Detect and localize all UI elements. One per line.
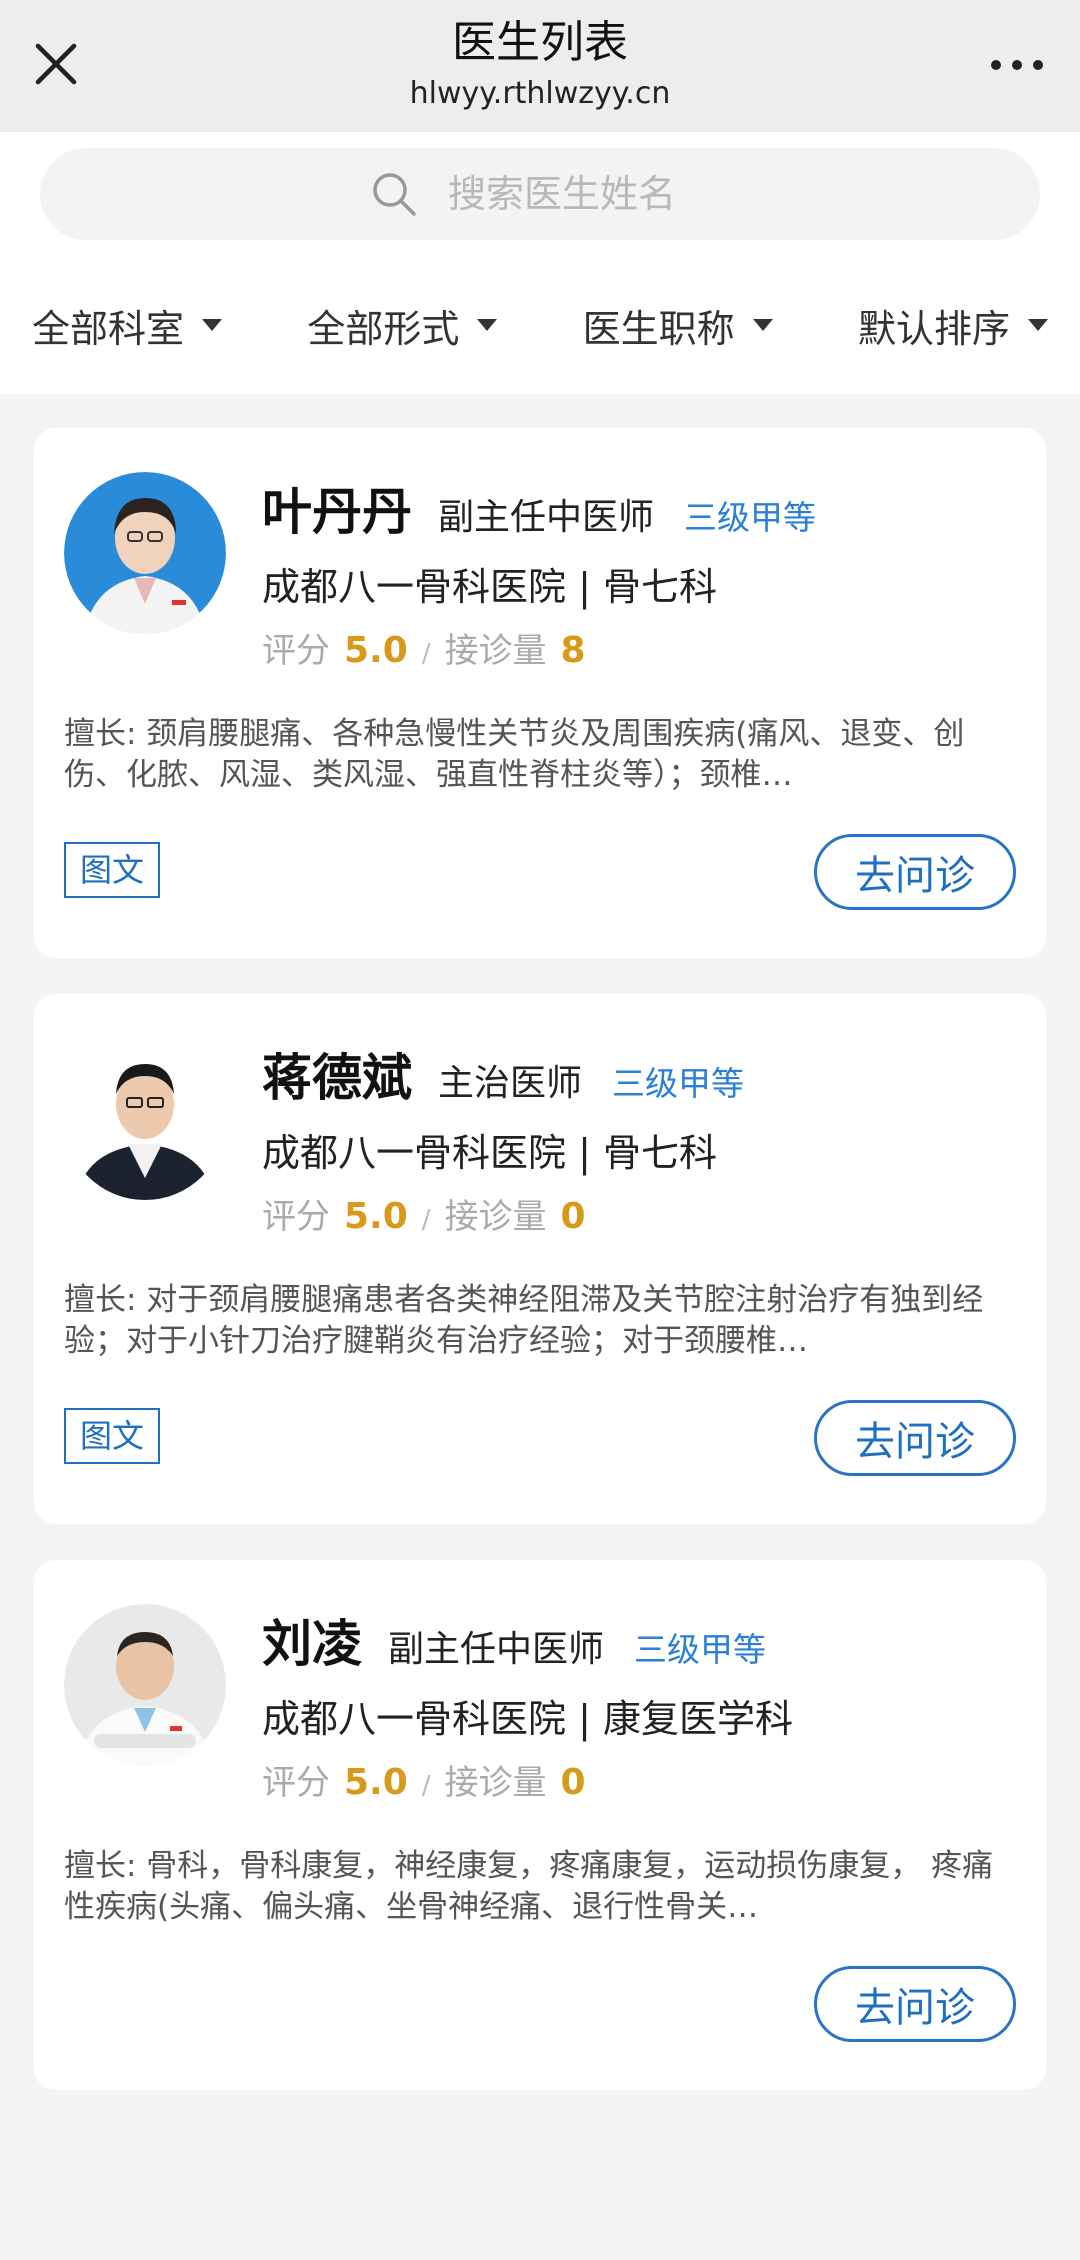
filter-department[interactable]: 全部科室 (32, 298, 223, 353)
doctor-specialty: 擅长: 对于颈肩腰腿痛患者各类神经阻滞及关节腔注射治疗有独到经验；对于小针刀治疗… (64, 1282, 984, 1359)
more-icon[interactable] (988, 50, 1046, 80)
doctor-avatar (64, 472, 226, 634)
doctor-list: 叶丹丹 副主任中医师 三级甲等 成都八一骨科医院 | 骨七科 评分 5.0 / … (0, 394, 1080, 2090)
search-icon (373, 173, 416, 216)
doctor-avatar (64, 1604, 226, 1766)
consult-count-value: 0 (560, 1762, 586, 1803)
doctor-stats: 评分 5.0 / 接诊量 0 (262, 1755, 793, 1804)
filter-label: 医生职称 (582, 306, 735, 351)
caret-down-icon (1028, 319, 1048, 331)
doctor-title: 副主任中医师 (388, 1629, 605, 1670)
rating-value: 5.0 (344, 1196, 408, 1237)
consult-count-label: 接诊量 (444, 1197, 547, 1237)
search-input[interactable] (446, 171, 710, 217)
doctor-card[interactable]: 蒋德斌 主治医师 三级甲等 成都八一骨科医院 | 骨七科 评分 5.0 / 接诊… (34, 994, 1046, 1524)
hospital-grade: 三级甲等 (634, 1630, 767, 1669)
caret-down-icon (752, 319, 773, 331)
rating-label: 评分 (262, 1763, 330, 1803)
page-domain: hlwyy.rthlwzyy.cn (409, 76, 671, 111)
filter-label: 全部形式 (307, 306, 460, 351)
caret-down-icon (477, 319, 498, 331)
doctor-avatar (64, 1038, 226, 1200)
doctor-card[interactable]: 叶丹丹 副主任中医师 三级甲等 成都八一骨科医院 | 骨七科 评分 5.0 / … (34, 428, 1046, 958)
consult-type-tag: 图文 (64, 1408, 161, 1464)
hospital-grade: 三级甲等 (612, 1064, 745, 1103)
consult-count-value: 8 (560, 630, 586, 671)
rating-label: 评分 (262, 1197, 330, 1237)
rating-label: 评分 (262, 631, 330, 671)
hospital-grade: 三级甲等 (684, 498, 817, 537)
page-title: 医生列表 (452, 17, 628, 68)
filter-sort[interactable]: 默认排序 (858, 298, 1048, 353)
consult-type-tag: 图文 (64, 842, 161, 898)
doctor-stats: 评分 5.0 / 接诊量 8 (262, 623, 816, 672)
doctor-specialty: 擅长: 颈肩腰腿痛、各种急慢性关节炎及周围疾病(痛风、退变、创伤、化脓、风湿、类… (64, 716, 965, 793)
search-area (0, 132, 1080, 256)
filter-label: 默认排序 (857, 306, 1010, 351)
doctor-title: 主治医师 (438, 1063, 583, 1104)
search-box[interactable] (40, 148, 1040, 240)
doctor-stats: 评分 5.0 / 接诊量 0 (262, 1189, 744, 1238)
doctor-name: 蒋德斌 (262, 1049, 412, 1107)
consult-count-value: 0 (560, 1196, 586, 1237)
consult-button[interactable]: 去问诊 (814, 1400, 1016, 1476)
doctor-name: 刘凌 (262, 1615, 362, 1673)
hospital-department: 成都八一骨科医院 | 康复医学科 (262, 1697, 793, 1741)
rating-value: 5.0 (344, 630, 408, 671)
filter-label: 全部科室 (32, 306, 185, 351)
consult-count-label: 接诊量 (444, 631, 547, 671)
caret-down-icon (202, 319, 223, 331)
filter-bar: 全部科室 全部形式 医生职称 默认排序 (0, 256, 1080, 394)
doctor-title: 副主任中医师 (438, 497, 655, 538)
stats-separator: / (421, 639, 431, 669)
hospital-department: 成都八一骨科医院 | 骨七科 (262, 565, 717, 609)
consult-button[interactable]: 去问诊 (814, 1966, 1016, 2042)
title-block: 医生列表 hlwyy.rthlwzyy.cn (0, 14, 1080, 114)
filter-doctor-title[interactable]: 医生职称 (583, 298, 773, 353)
doctor-card[interactable]: 刘凌 副主任中医师 三级甲等 成都八一骨科医院 | 康复医学科 评分 5.0 /… (34, 1560, 1046, 2090)
consult-count-label: 接诊量 (444, 1763, 547, 1803)
stats-separator: / (421, 1205, 431, 1235)
consult-button[interactable]: 去问诊 (814, 834, 1016, 910)
doctor-name: 叶丹丹 (262, 483, 412, 541)
hospital-department: 成都八一骨科医院 | 骨七科 (262, 1131, 717, 1175)
rating-value: 5.0 (344, 1762, 408, 1803)
filter-format[interactable]: 全部形式 (307, 298, 498, 353)
top-bar: 医生列表 hlwyy.rthlwzyy.cn (0, 0, 1080, 132)
stats-separator: / (421, 1771, 431, 1801)
doctor-specialty: 擅长: 骨科，骨科康复，神经康复，疼痛康复，运动损伤康复， 疼痛性疾病(头痛、偏… (64, 1848, 994, 1925)
